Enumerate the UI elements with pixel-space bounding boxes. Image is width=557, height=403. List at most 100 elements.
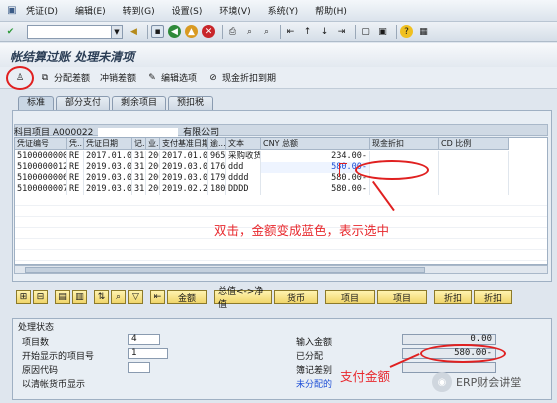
table-cell-cny-amount[interactable]: 580.00- [261, 173, 370, 184]
save-icon[interactable]: ▪ [151, 25, 164, 38]
first-item-field[interactable]: 1 [128, 348, 168, 359]
table-cell-cny-amount[interactable]: 580.00- [261, 184, 370, 195]
table-cell-doc-date[interactable]: 2017.01.04 [84, 151, 132, 162]
table-cell-posting-key[interactable]: 31 [132, 162, 146, 173]
select-all-icon[interactable]: ⊞ [16, 290, 31, 304]
currency-button[interactable]: 货币 [274, 290, 318, 304]
write-off-difference-button[interactable]: 冲销差额 [100, 71, 136, 84]
item-button-2[interactable]: 项目 [377, 290, 427, 304]
table-cell-days-overdue[interactable]: 965 [208, 151, 226, 162]
table-cell-business-area[interactable]: 2002 [146, 151, 160, 162]
menu-document[interactable]: 凭证(D) [26, 4, 58, 17]
table-cell-doc-number[interactable]: 5100000000 [15, 151, 67, 162]
menu-environment[interactable]: 环境(V) [219, 4, 250, 17]
find-next-icon[interactable]: ⌕ [260, 25, 273, 38]
layout-icon[interactable]: ▦ [417, 25, 430, 38]
table-cell-doc-date[interactable]: 2019.03.01 [84, 173, 132, 184]
tab-withholding-tax[interactable]: 预扣税 [168, 96, 214, 110]
column-header-cash-discount[interactable]: 现金折扣 [370, 138, 439, 150]
column-header-text[interactable]: 文本 [226, 138, 261, 150]
column-header-posting-key[interactable]: 记... [132, 138, 146, 150]
table-cell-doc-date[interactable]: 2019.03.04 [84, 162, 132, 173]
table-cell-doc-type[interactable]: RE [67, 173, 84, 184]
assign-difference-button[interactable]: ⧉ 分配差额 [39, 71, 90, 85]
table-cell-text[interactable]: dddd [226, 173, 261, 184]
last-page-icon[interactable]: ⇥ [335, 25, 348, 38]
edit-options-button[interactable]: ✎ 编辑选项 [146, 71, 197, 85]
item-button-1[interactable]: 项目 [325, 290, 375, 304]
shortcut-icon[interactable]: ▣ [376, 25, 389, 38]
table-cell-text[interactable]: ddd [226, 162, 261, 173]
filter-icon[interactable]: ▽ [128, 290, 143, 304]
table-cell-posting-key[interactable]: 31 [132, 151, 146, 162]
menu-settings[interactable]: 设置(S) [172, 4, 203, 17]
table-cell-cd-percent[interactable] [439, 151, 509, 162]
search-icon[interactable]: ⌕ [111, 290, 126, 304]
enter-icon[interactable]: ✔ [4, 25, 17, 38]
tab-partial-payment[interactable]: 部分支付 [56, 96, 111, 110]
table-cell-doc-type[interactable]: RE [67, 162, 84, 173]
chevron-down-icon[interactable]: ▼ [111, 25, 122, 38]
print-icon[interactable]: ⎙ [226, 25, 239, 38]
amount-button[interactable]: 金额 [167, 290, 207, 304]
find-icon[interactable]: ⌕ [243, 25, 256, 38]
column-header-days-overdue[interactable]: 逾... [208, 138, 226, 150]
column-header-cny-amount[interactable]: CNY 总额 [261, 138, 370, 150]
sap-menu-icon[interactable]: ▣ [4, 4, 20, 18]
menu-system[interactable]: 系统(Y) [268, 4, 299, 17]
command-field[interactable]: ▼ [27, 24, 123, 39]
table-cell-days-overdue[interactable]: 179 [208, 173, 226, 184]
discount-button-1[interactable]: 折扣 [434, 290, 472, 304]
deselect-all-icon[interactable]: ⊟ [33, 290, 48, 304]
table-cell-business-area[interactable]: 2002 [146, 173, 160, 184]
back-icon[interactable]: ◀ [127, 25, 140, 38]
prev-page-icon[interactable]: ↑ [301, 25, 314, 38]
activate-icon[interactable]: ▤ [55, 290, 70, 304]
table-cell-text[interactable]: DDDD [226, 184, 261, 195]
table-cell-baseline-date[interactable]: 2019.03.01 [160, 173, 208, 184]
tab-standard[interactable]: 标准 [18, 96, 55, 110]
exit-icon[interactable]: ▲ [185, 25, 198, 38]
column-header-cd-percent[interactable]: CD 比例 [439, 138, 509, 150]
reason-code-field[interactable] [128, 362, 150, 373]
cash-discount-due-button[interactable]: ⊘ 现金折扣到期 [207, 71, 276, 85]
table-cell-cd-percent[interactable] [439, 173, 509, 184]
help-icon[interactable]: ? [400, 25, 413, 38]
menu-goto[interactable]: 转到(G) [123, 4, 155, 17]
gross-net-button[interactable]: 总值<->净值 [214, 287, 272, 310]
first-page-icon[interactable]: ⇤ [284, 25, 297, 38]
table-cell-baseline-date[interactable]: 2019.03.04 [160, 162, 208, 173]
table-cell-days-overdue[interactable]: 180 [208, 184, 226, 195]
table-cell-posting-key[interactable]: 31 [132, 173, 146, 184]
deactivate-icon[interactable]: ▥ [72, 290, 87, 304]
table-cell-cny-amount[interactable]: 234.00- [261, 151, 370, 162]
table-cell-cny-amount[interactable]: 580.00- [261, 162, 370, 173]
table-cell-posting-key[interactable]: 31 [132, 184, 146, 195]
column-header-business-area[interactable]: 业... [146, 138, 160, 150]
nav-back-icon[interactable]: ◀ [168, 25, 181, 38]
first-item-icon[interactable]: ⇤ [150, 290, 165, 304]
new-session-icon[interactable]: ▢ [359, 25, 372, 38]
horizontal-scrollbar[interactable] [14, 265, 548, 274]
cancel-icon[interactable]: ✕ [202, 25, 215, 38]
scrollbar-thumb[interactable] [25, 267, 425, 273]
table-cell-doc-number[interactable]: 5100000006 [15, 173, 67, 184]
item-count-field[interactable]: 4 [128, 334, 160, 345]
column-header-baseline-date[interactable]: 支付基准日期 [160, 138, 208, 150]
column-header-doc-date[interactable]: 凭证日期 [84, 138, 132, 150]
menu-edit[interactable]: 编辑(E) [75, 4, 106, 17]
table-cell-text[interactable]: 采购收货 [226, 151, 261, 162]
tab-residual-items[interactable]: 剩余项目 [112, 96, 167, 110]
next-page-icon[interactable]: ↓ [318, 25, 331, 38]
table-cell-days-overdue[interactable]: 176 [208, 162, 226, 173]
table-cell-business-area[interactable]: 2002 [146, 162, 160, 173]
table-cell-cd-percent[interactable] [439, 162, 509, 173]
table-cell-doc-type[interactable]: RE [67, 151, 84, 162]
table-cell-cd-percent[interactable] [439, 184, 509, 195]
table-cell-doc-type[interactable]: RE [67, 184, 84, 195]
table-cell-doc-date[interactable]: 2019.03.04 [84, 184, 132, 195]
sort-icon[interactable]: ⇅ [94, 290, 109, 304]
table-cell-baseline-date[interactable]: 2019.02.28 [160, 184, 208, 195]
column-header-doc-number[interactable]: 凭证编号 [15, 138, 67, 150]
table-cell-doc-number[interactable]: 5100000007 [15, 184, 67, 195]
